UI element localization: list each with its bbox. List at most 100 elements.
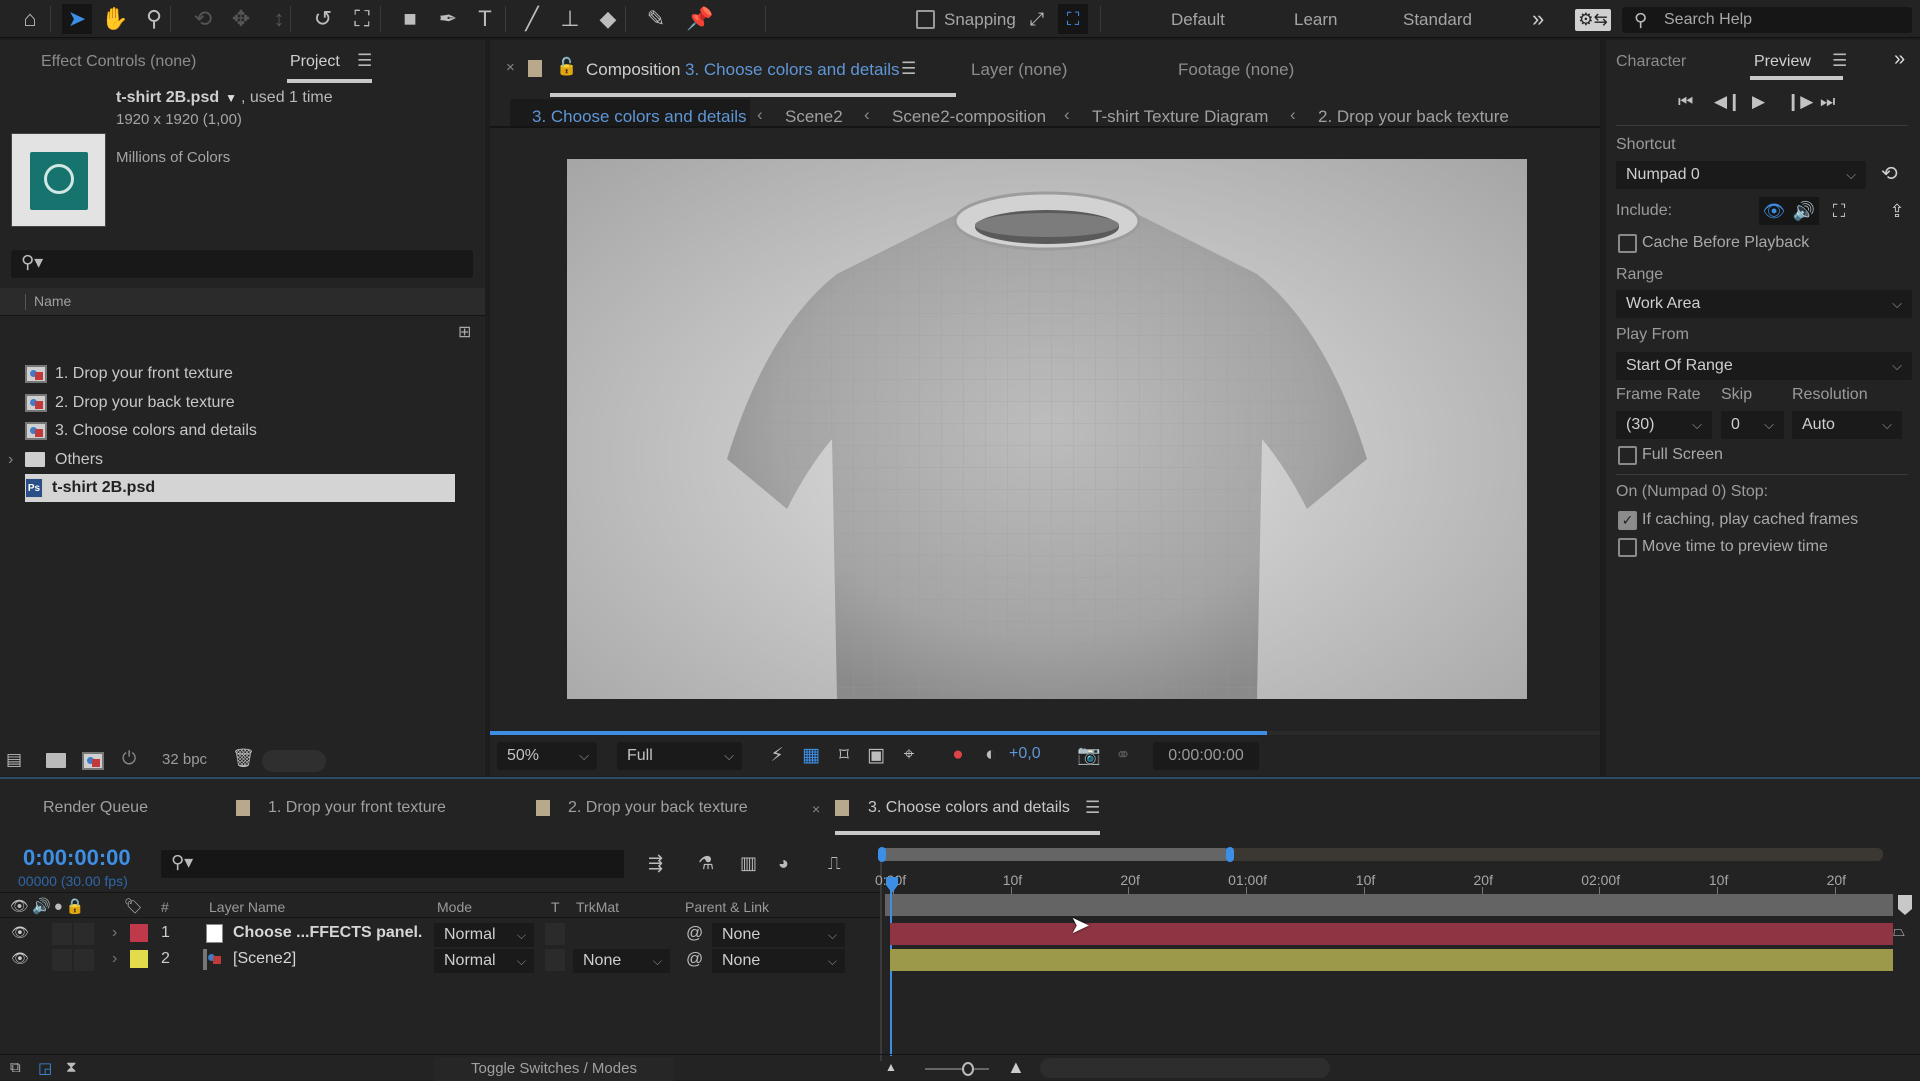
blend-mode-dropdown[interactable]: Normal ⌵ xyxy=(434,949,534,973)
rectangle-tool-icon[interactable]: ■ xyxy=(395,4,425,34)
snapping-options-icon[interactable]: ⤢ xyxy=(1022,4,1052,34)
tab-effect-controls[interactable]: Effect Controls (none) xyxy=(41,53,196,71)
layer-name[interactable]: [Scene2] xyxy=(233,950,296,968)
project-item[interactable]: 3. Choose colors and details xyxy=(25,417,455,445)
export-icon[interactable]: ⇪ xyxy=(1882,197,1912,225)
comp-tab-prefix[interactable]: Composition xyxy=(586,60,681,80)
comp-panel-menu-icon[interactable]: ☰ xyxy=(901,59,916,79)
close-tab-icon[interactable]: × xyxy=(506,59,515,76)
breadcrumb-item[interactable]: 3. Choose colors and details xyxy=(532,107,747,127)
zoom-tool-icon[interactable]: ⚲ xyxy=(139,4,169,34)
visibility-eye-icon[interactable]: 👁 xyxy=(11,950,29,967)
project-item[interactable]: 2. Drop your back texture xyxy=(25,389,455,417)
work-area-bar[interactable] xyxy=(878,848,1230,861)
zoom-slider-handle[interactable] xyxy=(962,1062,974,1076)
brush-tool-icon[interactable]: ╱ xyxy=(517,4,547,34)
tab-preview[interactable]: Preview xyxy=(1754,53,1811,71)
layer-row[interactable]: 👁 › 2 [Scene2] Normal ⌵ None ⌵ @ None ⌵ xyxy=(0,948,880,974)
workspace-default[interactable]: Default xyxy=(1171,10,1225,30)
flowchart-icon[interactable]: ⊞ xyxy=(458,322,471,342)
project-item[interactable]: 1. Drop your front texture xyxy=(25,360,455,388)
range-dropdown[interactable]: Work Area ⌵ xyxy=(1616,290,1912,318)
workspace-settings-icon[interactable]: ⚙⇆ xyxy=(1575,9,1611,31)
breadcrumb-item[interactable]: 2. Drop your back texture xyxy=(1318,107,1509,127)
work-area-start-handle[interactable] xyxy=(878,847,886,862)
preserve-transparency-switch[interactable] xyxy=(545,923,565,945)
parent-dropdown[interactable]: None ⌵ xyxy=(712,923,845,947)
tab-comp-back-texture[interactable]: 2. Drop your back texture xyxy=(568,799,748,817)
grid-guides-icon[interactable]: ⌖ xyxy=(896,742,922,768)
solo-switch[interactable] xyxy=(52,949,72,971)
delete-icon[interactable]: 🗑 xyxy=(232,748,255,769)
next-frame-button[interactable]: ❙▶ xyxy=(1786,92,1813,112)
lock-switch[interactable] xyxy=(74,923,94,945)
project-item[interactable]: Ps t-shirt 2B.psd xyxy=(25,474,455,503)
puppet-pin-tool-icon[interactable]: 📌 xyxy=(685,4,715,34)
blend-mode-dropdown[interactable]: Normal ⌵ xyxy=(434,923,534,947)
column-name-label[interactable]: Name xyxy=(34,293,71,309)
layer-label-color[interactable] xyxy=(130,950,148,968)
zoom-out-icon[interactable]: ▲ xyxy=(885,1060,897,1074)
previous-frame-button[interactable]: ◀❙ xyxy=(1714,92,1741,112)
pick-whip-icon[interactable]: @ xyxy=(686,949,703,969)
lock-icon[interactable]: 🔓 xyxy=(556,57,577,77)
interpret-footage-icon[interactable]: ▤ xyxy=(6,750,22,770)
new-folder-icon[interactable] xyxy=(46,753,66,768)
bit-depth-button[interactable]: 32 bpc xyxy=(162,751,207,768)
tab-character[interactable]: Character xyxy=(1616,53,1686,71)
timeline-search-input[interactable]: ⚲▾ xyxy=(161,850,624,878)
frame-blending-icon[interactable]: ▥ xyxy=(740,853,757,874)
eraser-tool-icon[interactable]: ◆ xyxy=(593,4,623,34)
toggle-switches-modes-button[interactable]: Toggle Switches / Modes xyxy=(434,1057,674,1081)
tab-comp-choose-colors[interactable]: 3. Choose colors and details xyxy=(868,799,1070,817)
graph-editor-icon[interactable]: ⎍ xyxy=(828,853,841,874)
workspace-learn[interactable]: Learn xyxy=(1294,10,1337,30)
include-audio-icon[interactable]: 🔊 xyxy=(1789,197,1819,225)
roto-brush-tool-icon[interactable]: ✎ xyxy=(641,4,671,34)
type-tool-icon[interactable]: T xyxy=(470,4,500,34)
breadcrumb-item[interactable]: Scene2-composition xyxy=(892,107,1046,127)
visibility-eye-icon[interactable]: 👁 xyxy=(11,924,29,941)
if-caching-checkbox[interactable]: ✓ xyxy=(1618,511,1637,530)
rotate-camera-tool-icon[interactable]: ⟲ xyxy=(188,4,218,34)
selection-tool-icon[interactable]: ➤ xyxy=(62,4,92,34)
play-from-dropdown[interactable]: Start Of Range ⌵ xyxy=(1616,352,1912,380)
timeline-panel-menu-icon[interactable]: ☰ xyxy=(1085,798,1100,818)
magnification-dropdown[interactable]: 50% ⌵ xyxy=(497,742,597,770)
playhead-line[interactable] xyxy=(890,891,892,1056)
expand-chevron-icon[interactable]: › xyxy=(8,451,13,469)
show-snapshot-icon[interactable]: ⚭ xyxy=(1110,742,1136,768)
include-overlays-icon[interactable]: ⛶ xyxy=(1824,197,1854,225)
new-composition-icon[interactable] xyxy=(82,752,112,770)
tab-footage[interactable]: Footage (none) xyxy=(1178,60,1294,80)
preserve-transparency-switch[interactable] xyxy=(545,949,565,971)
workspace-standard[interactable]: Standard xyxy=(1403,10,1472,30)
include-video-icon[interactable]: 👁 xyxy=(1759,197,1789,225)
tab-comp-front-texture[interactable]: 1. Drop your front texture xyxy=(268,799,446,817)
breadcrumb-item[interactable]: T-shirt Texture Diagram xyxy=(1092,107,1268,127)
layer-row[interactable]: 👁 › 1 Choose ...FFECTS panel. Normal ⌵ @ None ⌵ xyxy=(0,922,880,948)
render-power-icon[interactable]: ⏻ xyxy=(122,748,136,769)
pan-behind-tool-icon[interactable]: ⛶ xyxy=(347,4,377,34)
thumbnail-slider[interactable] xyxy=(262,750,326,772)
item-dropdown-icon[interactable]: ▼ xyxy=(225,91,237,105)
snap-edges-icon[interactable]: ⛶ xyxy=(1058,4,1088,34)
layer-name[interactable]: Choose ...FFECTS panel. xyxy=(233,924,422,942)
reset-shortcut-icon[interactable]: ⟲ xyxy=(1881,161,1898,186)
cache-before-playback-checkbox[interactable] xyxy=(1618,234,1637,253)
solo-switch[interactable] xyxy=(52,923,72,945)
preview-panel-menu-icon[interactable]: ☰ xyxy=(1832,51,1847,71)
snapping-checkbox[interactable] xyxy=(916,10,935,29)
project-item[interactable]: › Others xyxy=(8,446,455,474)
layer-duration-bar[interactable] xyxy=(890,949,1893,971)
timeline-scrollbar[interactable] xyxy=(1040,1058,1330,1078)
region-of-interest-icon[interactable]: ▣ xyxy=(863,742,889,768)
composition-flowchart-icon[interactable]: ⇶ xyxy=(648,853,663,874)
expand-layer-chevron-icon[interactable]: › xyxy=(112,924,117,942)
shortcut-dropdown[interactable]: Numpad 0 ⌵ xyxy=(1616,161,1866,189)
play-button[interactable]: ▶ xyxy=(1752,92,1765,112)
breadcrumb-item[interactable]: Scene2 xyxy=(785,107,843,127)
expand-panel-icon[interactable]: » xyxy=(1894,48,1905,71)
reset-exposure-icon[interactable]: ◐ xyxy=(978,742,1004,768)
tab-layer[interactable]: Layer (none) xyxy=(971,60,1067,80)
